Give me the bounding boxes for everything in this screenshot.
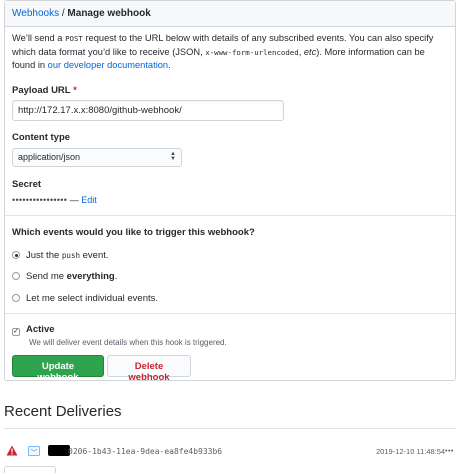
- redacted-guid-prefix: [48, 445, 70, 456]
- intro-code-form: x-www-form-urlencoded: [205, 47, 299, 57]
- active-checkbox[interactable]: ✓: [12, 328, 20, 336]
- payload-url-input[interactable]: http://172.17.x.x:8080/github-webhook/: [12, 100, 284, 121]
- intro-text: .: [168, 60, 171, 70]
- content-type-label: Content type: [12, 132, 71, 143]
- radio-label: event.: [79, 250, 109, 261]
- developer-docs-link[interactable]: our developer documentation: [48, 60, 168, 70]
- delivery-row[interactable]: 0206-1b43-11ea-9dea-ea8fe4b933b6 2019-12…: [4, 442, 456, 462]
- breadcrumb-webhooks-link[interactable]: Webhooks: [12, 8, 59, 19]
- radio-label: Let me select individual events.: [26, 293, 159, 304]
- radio-label-code: push: [61, 251, 80, 260]
- secret-separator: —: [67, 195, 82, 205]
- radio-label-bold: everything: [66, 271, 115, 282]
- radio-select-individual[interactable]: Let me select individual events.: [12, 293, 158, 304]
- events-question: Which events would you like to trigger t…: [12, 227, 255, 238]
- select-arrows-icon: ▲ ▼: [170, 151, 176, 162]
- payload-url-label-text: Payload URL: [12, 85, 71, 96]
- ellipsis-icon[interactable]: •••: [445, 448, 454, 455]
- package-icon: [28, 446, 40, 456]
- recent-deliveries-title: Recent Deliveries: [4, 403, 122, 420]
- divider: [5, 313, 455, 314]
- secret-label: Secret: [12, 179, 42, 190]
- delete-webhook-button[interactable]: Delete webhook: [107, 355, 191, 383]
- radio-label: Send me: [26, 271, 67, 282]
- radio-just-push[interactable]: Just the push event.: [12, 250, 109, 261]
- edit-secret-link[interactable]: Edit: [81, 195, 97, 205]
- update-webhook-button[interactable]: Update webhook: [12, 355, 104, 383]
- intro-text-etc: etc: [303, 46, 317, 57]
- radio-everything[interactable]: Send me everything.: [12, 271, 117, 282]
- content-type-select[interactable]: application/json ▲ ▼: [12, 148, 182, 167]
- delivery-timestamp: 2019-12-10 11:48:54: [376, 447, 446, 456]
- payload-url-label: Payload URL *: [12, 85, 77, 96]
- active-label: Active: [26, 324, 55, 335]
- required-mark: *: [73, 85, 77, 96]
- radio-button[interactable]: [12, 294, 20, 302]
- warning-icon: [6, 445, 18, 456]
- content-type-value: application/json: [18, 152, 81, 162]
- secret-masked-value: ••••••••••••••••: [12, 195, 68, 205]
- intro-code-post: POST: [65, 34, 83, 43]
- breadcrumb: Webhooks / Manage webhook: [5, 1, 455, 27]
- active-checkbox-row[interactable]: ✓ Active: [12, 324, 55, 336]
- radio-button[interactable]: [12, 272, 20, 280]
- intro-paragraph: We’ll send a POST request to the URL bel…: [12, 32, 450, 73]
- active-note: We will deliver event details when this …: [29, 338, 227, 347]
- divider: [5, 215, 455, 216]
- radio-button[interactable]: [12, 251, 20, 259]
- delivery-guid[interactable]: 0206-1b43-11ea-9dea-ea8fe4b933b6: [68, 447, 222, 456]
- intro-text: We’ll send a: [12, 33, 66, 43]
- page-title: Manage webhook: [67, 8, 151, 19]
- radio-label: .: [114, 271, 118, 282]
- divider: [4, 428, 456, 429]
- secret-row: •••••••••••••••• — Edit: [12, 195, 97, 205]
- webhook-panel: Webhooks / Manage webhook We’ll send a P…: [4, 0, 456, 383]
- radio-label: Just the: [26, 250, 62, 261]
